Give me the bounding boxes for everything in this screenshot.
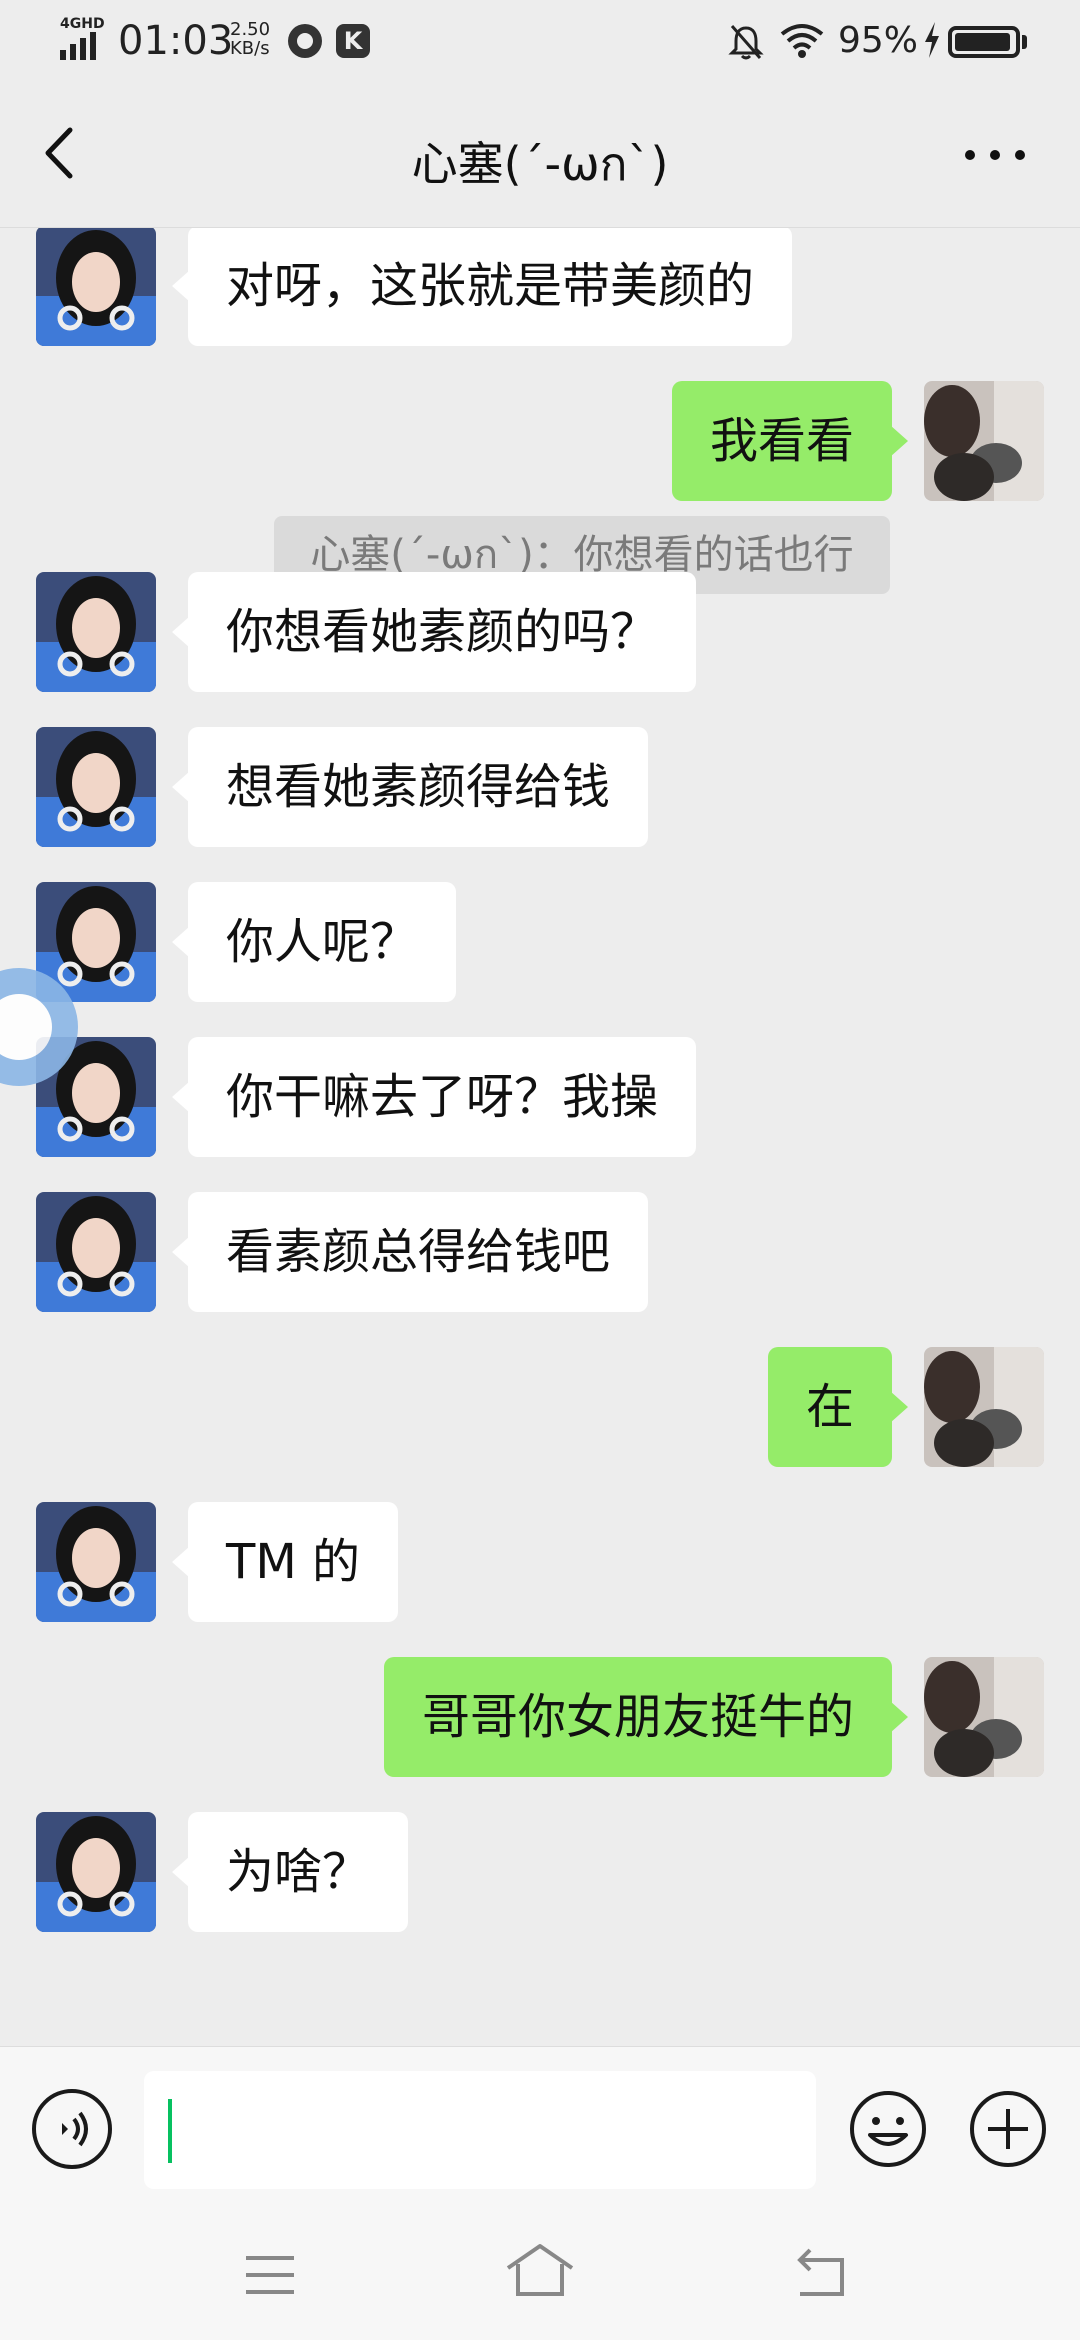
system-back-button[interactable] bbox=[792, 2246, 852, 2300]
return-icon bbox=[797, 2248, 844, 2296]
home-icon bbox=[506, 2244, 574, 2296]
notification-app-icon bbox=[288, 24, 322, 58]
battery-percent: 95% bbox=[838, 20, 919, 61]
emoji-button[interactable] bbox=[848, 2089, 928, 2169]
chat-header: 心塞(´-ωก`) bbox=[0, 80, 1080, 228]
contact-avatar[interactable] bbox=[36, 572, 156, 692]
voice-icon bbox=[62, 2111, 88, 2147]
floating-close-icon bbox=[0, 994, 52, 1060]
wifi-icon bbox=[780, 24, 824, 58]
voice-button[interactable] bbox=[32, 2089, 112, 2169]
contact-avatar[interactable] bbox=[36, 1502, 156, 1622]
outgoing-message-bubble[interactable]: 我看看 bbox=[671, 381, 909, 501]
message-input[interactable] bbox=[144, 2071, 816, 2189]
plus-icon bbox=[970, 2091, 1046, 2167]
chat-screen: 4GHD 01:03 2.50 KB/s K 95% 心塞(´-ωก`) 对呀，… bbox=[0, 0, 1080, 2340]
system-nav-bar bbox=[0, 2210, 1080, 2340]
charging-icon bbox=[925, 22, 939, 58]
incoming-message-bubble[interactable]: TM 的 bbox=[172, 1502, 398, 1622]
battery-icon bbox=[948, 26, 1020, 58]
contact-avatar[interactable] bbox=[36, 727, 156, 847]
incoming-message-bubble[interactable]: 你干嘛去了呀？我操 bbox=[171, 1037, 697, 1157]
my-avatar[interactable] bbox=[924, 1657, 1044, 1777]
network-speed: 2.50 KB/s bbox=[230, 20, 270, 58]
message-list[interactable]: 对呀，这张就是带美颜的 我看看 心塞(´-ωก`)：你想看的话也行 你想看她素颜的吗？… bbox=[0, 228, 1080, 2046]
chat-title: 心塞(´-ωก`) bbox=[411, 137, 669, 191]
my-avatar[interactable] bbox=[924, 381, 1044, 501]
contact-avatar[interactable] bbox=[36, 1192, 156, 1312]
incoming-message-bubble[interactable]: 想看她素颜得给钱 bbox=[171, 727, 649, 847]
network-speed-value: 2.50 bbox=[230, 19, 271, 40]
contact-avatar[interactable] bbox=[36, 1812, 156, 1932]
contact-avatar[interactable] bbox=[36, 228, 156, 346]
emoji-icon bbox=[850, 2091, 926, 2167]
signal-icon bbox=[60, 32, 96, 60]
battery-tip bbox=[1022, 35, 1027, 49]
outgoing-message-bubble[interactable]: 哥哥你女朋友挺牛的 bbox=[383, 1657, 909, 1777]
incoming-message-bubble[interactable]: 你想看她素颜的吗？ bbox=[171, 572, 697, 692]
my-avatar[interactable] bbox=[924, 1347, 1044, 1467]
battery-fill bbox=[955, 33, 1011, 51]
status-time: 01:03 bbox=[118, 18, 234, 64]
more-dots-icon bbox=[965, 150, 1025, 160]
notification-k-icon: K bbox=[336, 24, 370, 58]
menu-icon bbox=[246, 2256, 294, 2294]
incoming-message-bubble[interactable]: 为啥？ bbox=[171, 1812, 409, 1932]
status-bar: 4GHD 01:03 2.50 KB/s K 95% bbox=[0, 0, 1080, 80]
text-caret bbox=[168, 2099, 172, 2163]
network-speed-unit: KB/s bbox=[230, 38, 270, 59]
more-button[interactable] bbox=[960, 130, 1030, 180]
plus-button[interactable] bbox=[968, 2089, 1048, 2169]
outgoing-message-bubble[interactable]: 在 bbox=[767, 1347, 909, 1467]
input-bar bbox=[0, 2046, 1080, 2210]
incoming-message-bubble[interactable]: 看素颜总得给钱吧 bbox=[171, 1192, 649, 1312]
menu-button[interactable] bbox=[240, 2250, 300, 2300]
incoming-message-bubble[interactable]: 你人呢？ bbox=[171, 882, 457, 1002]
home-button[interactable] bbox=[504, 2240, 576, 2300]
incoming-message-bubble[interactable]: 对呀，这张就是带美颜的 bbox=[171, 228, 793, 346]
mute-bell-icon bbox=[728, 25, 764, 60]
